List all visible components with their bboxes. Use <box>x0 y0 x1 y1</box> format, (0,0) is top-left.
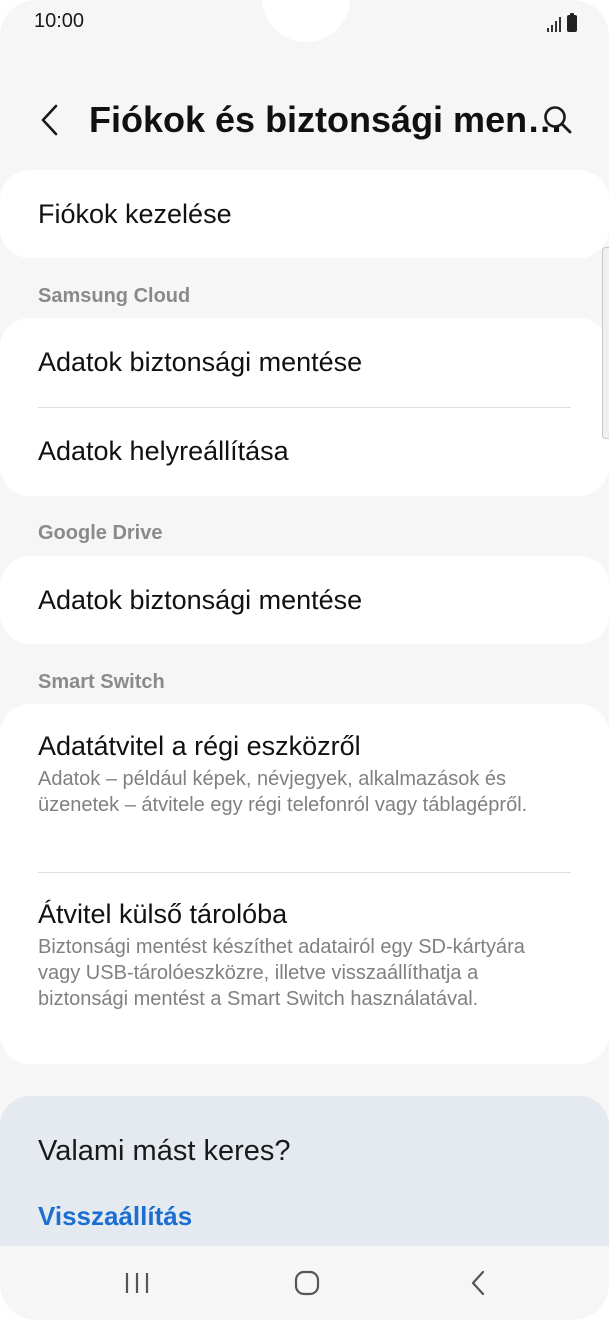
search-button[interactable] <box>534 96 582 144</box>
recents-icon <box>125 1273 149 1293</box>
accounts-card: Fiókok kezelése <box>0 170 609 258</box>
suggestion-panel: Valami mást keres? Visszaállítás <box>0 1096 609 1246</box>
status-icons <box>547 12 577 32</box>
navigation-bar <box>0 1246 609 1320</box>
manage-accounts-label: Fiókok kezelése <box>38 199 232 229</box>
samsung-restore-item[interactable]: Adatok helyreállítása <box>0 407 609 496</box>
camera-notch <box>262 0 350 42</box>
page-title: Fiókok és biztonsági men… <box>89 99 564 140</box>
samsung-backup-item[interactable]: Adatok biztonsági mentése <box>0 318 609 407</box>
recents-button[interactable] <box>107 1258 167 1308</box>
suggestion-title: Valami mást keres? <box>38 1135 291 1167</box>
status-bar: 10:00 <box>0 0 609 46</box>
section-header-google-drive: Google Drive <box>38 522 163 544</box>
reset-link[interactable]: Visszaállítás <box>38 1200 192 1232</box>
transfer-old-device-label: Adatátvitel a régi eszközről <box>38 731 361 761</box>
back-button[interactable] <box>28 96 72 144</box>
google-backup-item[interactable]: Adatok biztonsági mentése <box>0 556 609 644</box>
nav-back-button[interactable] <box>448 1258 508 1308</box>
google-drive-card: Adatok biztonsági mentése <box>0 556 609 644</box>
section-header-smart-switch: Smart Switch <box>38 671 165 693</box>
search-icon <box>544 106 572 134</box>
home-icon <box>294 1270 320 1296</box>
status-time: 10:00 <box>34 10 85 32</box>
samsung-backup-label: Adatok biztonsági mentése <box>38 347 363 377</box>
screen: 10:00 Fiókok és biztonsági men… Fiókok k… <box>0 0 609 1320</box>
smart-switch-card: Adatátvitel a régi eszközről Adatok – pé… <box>0 704 609 1064</box>
app-header: Fiókok és biztonsági men… <box>0 88 609 152</box>
signal-icon <box>547 16 561 32</box>
google-backup-label: Adatok biztonsági mentése <box>38 585 363 615</box>
battery-icon <box>567 13 577 32</box>
external-storage-description: Biztonsági mentést készíthet adatairól e… <box>38 936 525 1010</box>
samsung-restore-label: Adatok helyreállítása <box>38 436 289 466</box>
transfer-old-device-item[interactable]: Adatátvitel a régi eszközről Adatok – pé… <box>0 704 609 872</box>
back-icon <box>471 1270 485 1296</box>
samsung-cloud-card: Adatok biztonsági mentése Adatok helyreá… <box>0 318 609 496</box>
external-storage-item[interactable]: Átvitel külső tárolóba Biztonsági mentés… <box>0 872 609 1064</box>
chevron-left-icon <box>41 104 58 136</box>
transfer-old-device-description: Adatok – például képek, névjegyek, alkal… <box>38 768 528 816</box>
manage-accounts-item[interactable]: Fiókok kezelése <box>0 170 609 258</box>
scrollbar-thumb[interactable] <box>602 247 609 439</box>
home-button[interactable] <box>277 1258 337 1308</box>
external-storage-label: Átvitel külső tárolóba <box>38 899 288 929</box>
section-header-samsung-cloud: Samsung Cloud <box>38 285 191 307</box>
